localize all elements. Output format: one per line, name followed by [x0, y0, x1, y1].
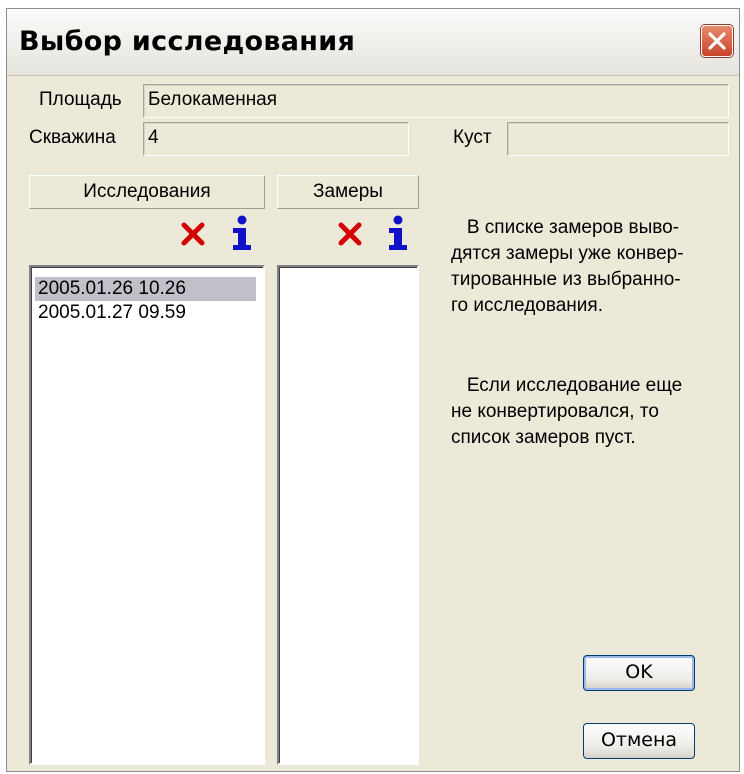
study-info-icon[interactable]	[229, 215, 255, 251]
title-bar[interactable]: Выбор исследования	[7, 9, 739, 76]
cancel-button[interactable]: Отмена	[583, 723, 695, 759]
dialog-window: Выбор исследования Площадь Белокаменная …	[6, 8, 740, 772]
help-text-1: В списке замеров выво- дятся замеры уже …	[451, 217, 684, 316]
studies-list[interactable]: 2005.01.26 10.26 2005.01.27 09.59	[29, 265, 265, 765]
list-item[interactable]: 2005.01.26 10.26	[35, 277, 256, 301]
measurement-info-icon[interactable]	[385, 215, 411, 251]
well-label: Скважина	[29, 127, 116, 148]
dialog-title: Выбор исследования	[19, 26, 356, 57]
ok-button[interactable]: OK	[583, 655, 695, 691]
help-text-2: Если исследование еще не конвертировался…	[451, 375, 683, 448]
studies-header[interactable]: Исследования	[29, 175, 265, 209]
area-field[interactable]: Белокаменная	[143, 84, 729, 118]
delete-measurement-icon[interactable]	[337, 221, 363, 247]
measurements-header[interactable]: Замеры	[277, 175, 419, 209]
measurements-list[interactable]	[277, 265, 419, 765]
close-button[interactable]	[701, 25, 733, 57]
cluster-field[interactable]	[507, 122, 729, 156]
area-label: Площадь	[39, 89, 122, 110]
well-field[interactable]: 4	[143, 122, 409, 156]
cluster-label: Куст	[453, 127, 492, 148]
close-icon	[708, 32, 726, 50]
list-item[interactable]: 2005.01.27 09.59	[35, 301, 256, 325]
delete-study-icon[interactable]	[180, 221, 206, 247]
